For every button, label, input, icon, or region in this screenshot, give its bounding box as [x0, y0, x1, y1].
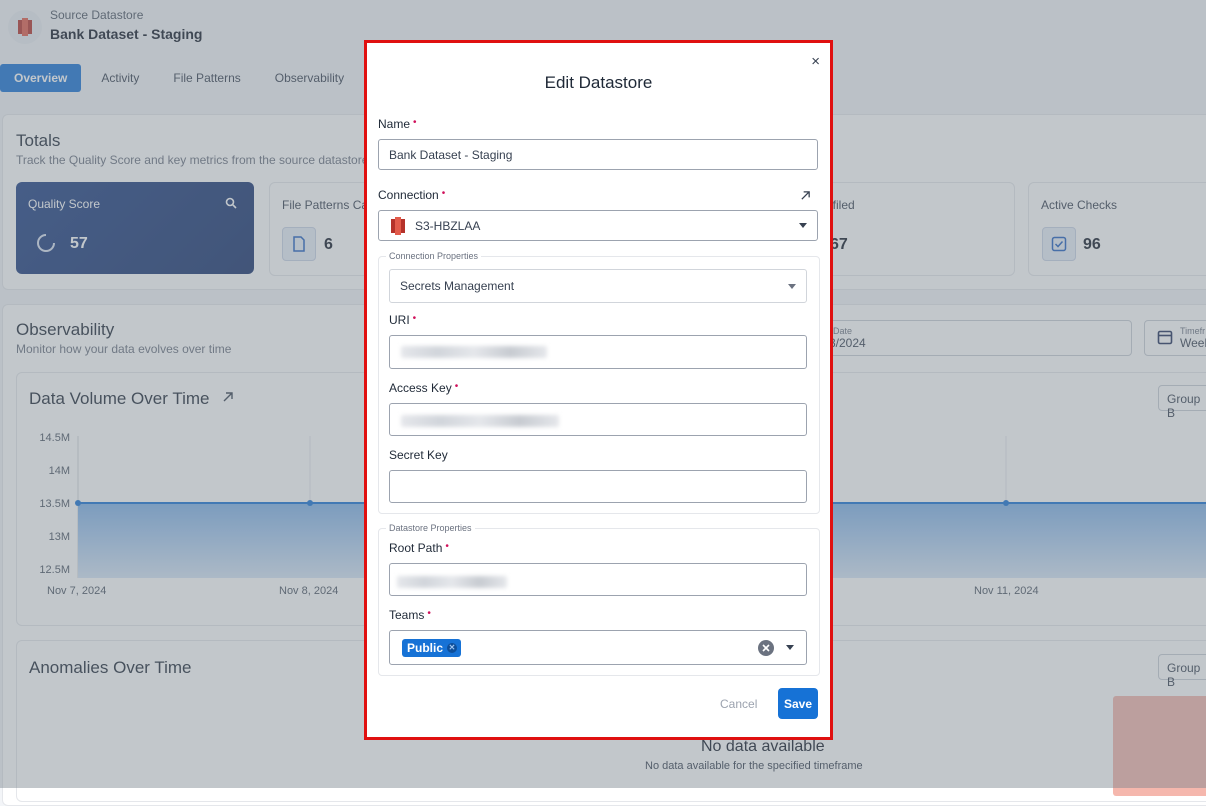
- edit-datastore-modal: Edit Datastore × Name • Bank Dataset - St…: [364, 40, 833, 740]
- required-marker: •: [441, 188, 446, 199]
- clear-icon[interactable]: [758, 639, 774, 656]
- team-chip-label: Public: [407, 640, 444, 655]
- uri-label: URI •: [389, 313, 417, 327]
- save-button[interactable]: Save: [778, 688, 818, 719]
- connection-value: S3-HBZLAA: [415, 218, 481, 233]
- secret-key-input[interactable]: [389, 470, 807, 503]
- uri-redacted: [401, 346, 547, 358]
- secrets-management-select[interactable]: Secrets Management: [389, 269, 807, 303]
- required-marker: •: [445, 541, 449, 552]
- required-marker: •: [454, 381, 459, 392]
- name-input[interactable]: Bank Dataset - Staging: [378, 139, 818, 170]
- chevron-down-icon: [788, 283, 796, 289]
- secrets-management-value: Secrets Management: [400, 279, 515, 293]
- datastore-properties-legend: Datastore Properties: [386, 523, 475, 533]
- open-connection-icon[interactable]: [800, 188, 811, 206]
- teams-select[interactable]: Public ✕: [389, 630, 807, 665]
- team-chip-public: Public ✕: [402, 638, 462, 657]
- secret-key-label: Secret Key: [389, 448, 448, 462]
- connection-properties-legend: Connection Properties: [386, 251, 482, 261]
- connection-label: Connection •: [378, 188, 446, 202]
- required-marker: •: [413, 117, 417, 128]
- required-marker: •: [427, 608, 431, 619]
- access-key-label: Access Key •: [389, 381, 459, 395]
- chevron-down-icon: [799, 223, 807, 228]
- chip-remove-icon[interactable]: ✕: [447, 642, 458, 653]
- close-icon[interactable]: ×: [811, 53, 820, 70]
- name-label: Name •: [378, 117, 417, 131]
- connection-select[interactable]: S3-HBZLAA: [378, 210, 818, 241]
- teams-label: Teams •: [389, 608, 431, 622]
- root-path-label: Root Path •: [389, 541, 449, 555]
- root-path-redacted: [397, 576, 507, 588]
- chevron-down-icon: [786, 645, 794, 650]
- modal-title: Edit Datastore: [544, 73, 653, 92]
- access-key-redacted: [401, 415, 559, 427]
- s3-icon: [389, 216, 407, 236]
- required-marker: •: [412, 313, 417, 324]
- cancel-button[interactable]: Cancel: [720, 697, 757, 711]
